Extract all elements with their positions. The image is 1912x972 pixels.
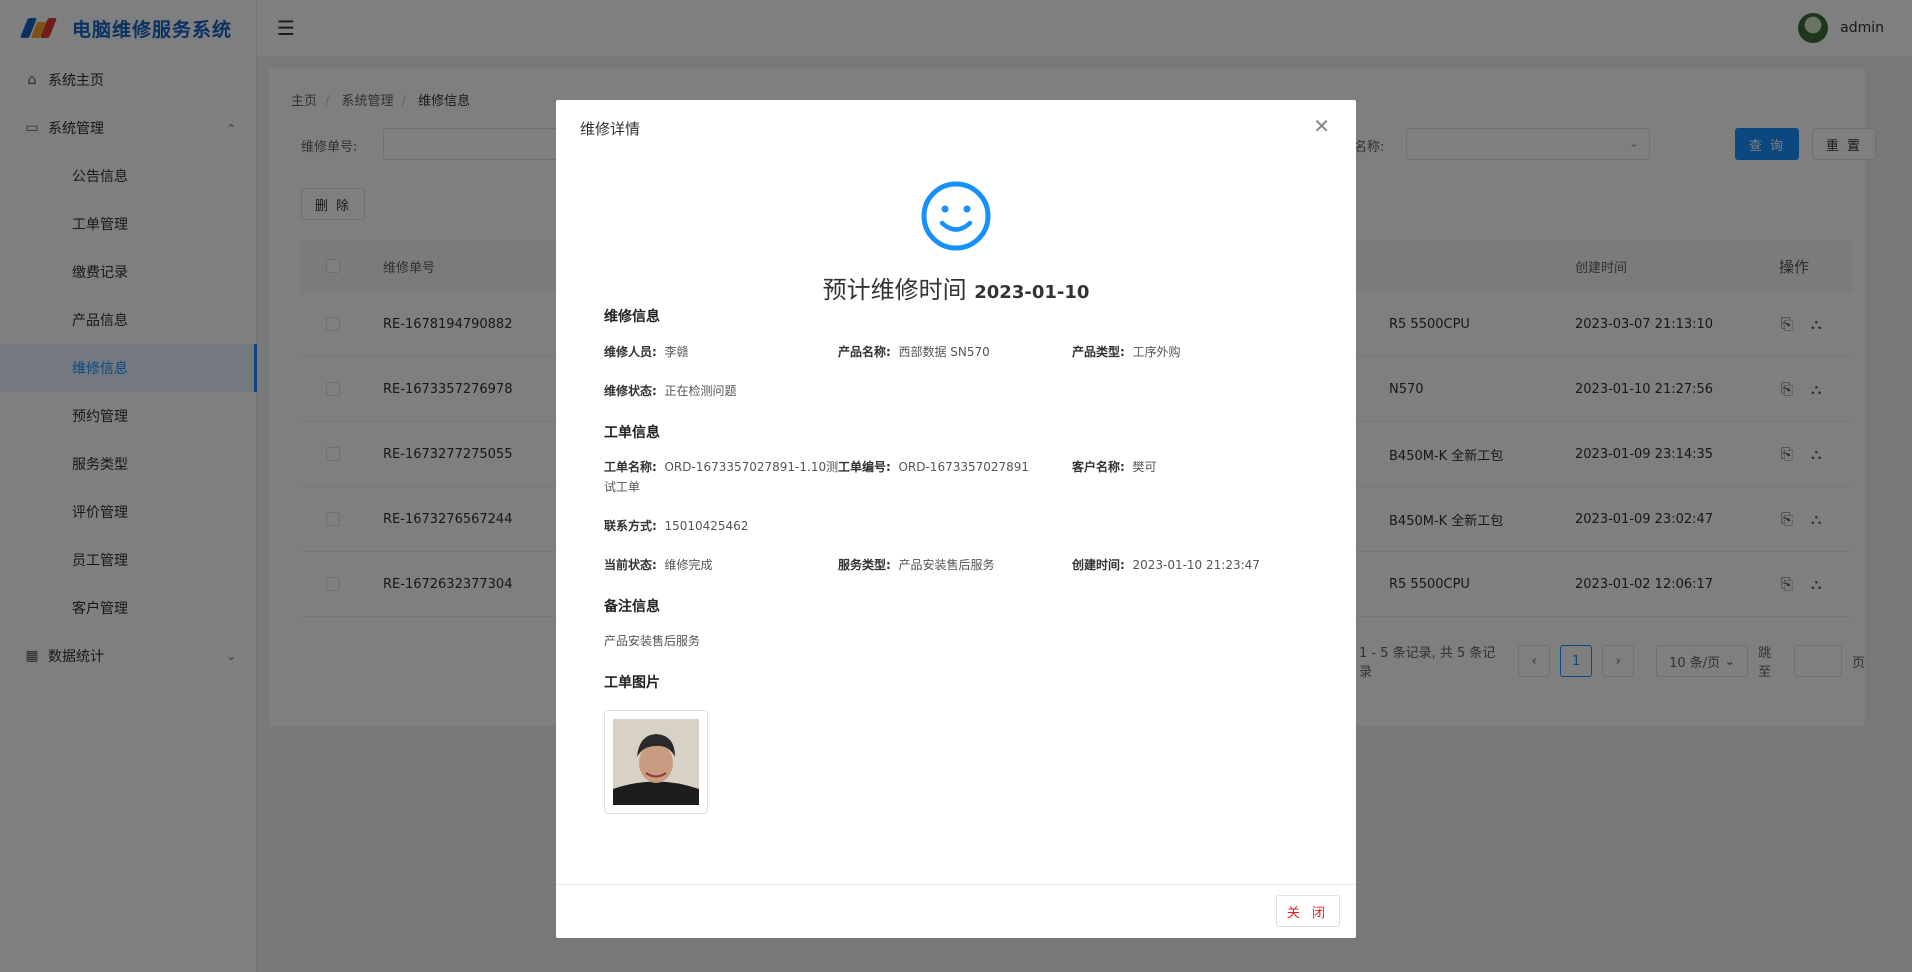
order-photo[interactable] xyxy=(604,710,708,814)
estimated-time: 预计维修时间 2023-01-10 xyxy=(556,270,1356,305)
repair-product-name: 产品名称: 西部数据 SN570 xyxy=(838,345,990,359)
section-image: 工单图片 xyxy=(604,675,660,691)
modal-footer: 关 闭 xyxy=(556,884,1356,938)
order-name: 工单名称: ORD-1673357027891-1.10测试工单 xyxy=(604,460,839,494)
order-photo-image xyxy=(613,719,699,805)
remark-text: 产品安装售后服务 xyxy=(604,634,701,648)
repair-detail-modal: 维修详情 ✕ 预计维修时间 2023-01-10 维修信息 维修人员: 李赣 产… xyxy=(556,100,1356,938)
repair-staff: 维修人员: 李赣 xyxy=(604,345,689,359)
order-created: 创建时间: 2023-01-10 21:23:47 xyxy=(1072,558,1260,572)
close-icon[interactable]: ✕ xyxy=(1313,114,1330,138)
order-service: 服务类型: 产品安装售后服务 xyxy=(838,558,995,572)
repair-product-type: 产品类型: 工序外购 xyxy=(1072,345,1181,359)
repair-status: 维修状态: 正在检测问题 xyxy=(604,384,737,398)
modal-title: 维修详情 xyxy=(580,120,641,138)
section-remark: 备注信息 xyxy=(604,599,660,615)
order-contact: 联系方式: 15010425462 xyxy=(604,519,749,533)
order-customer: 客户名称: 樊可 xyxy=(1072,460,1157,474)
estimate-label: 预计维修时间 xyxy=(822,276,967,304)
close-button[interactable]: 关 闭 xyxy=(1276,895,1340,927)
estimate-date: 2023-01-10 xyxy=(974,282,1090,303)
smile-icon xyxy=(921,181,991,251)
order-state: 当前状态: 维修完成 xyxy=(604,558,713,572)
order-code: 工单编号: ORD-1673357027891 xyxy=(838,460,1030,474)
section-order: 工单信息 xyxy=(604,425,660,441)
section-repair: 维修信息 xyxy=(604,309,660,325)
